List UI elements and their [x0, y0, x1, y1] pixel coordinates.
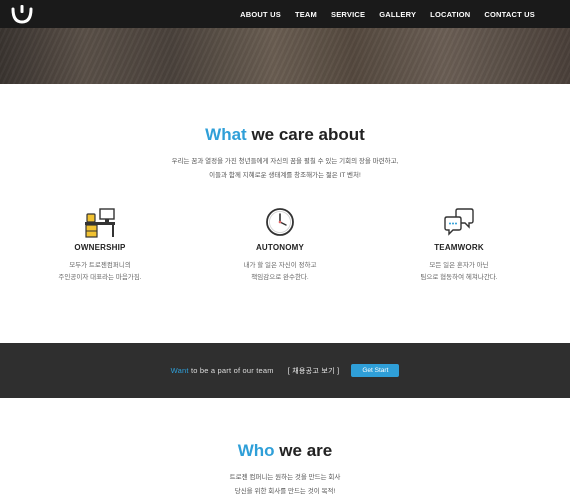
- feature-teamwork-title: TEAMWORK: [434, 243, 484, 252]
- cta-text: Want to be a part of our team: [171, 366, 274, 375]
- who-intro: 트로젠 컴퍼니는 원하는 것을 만드는 회사 당신을 위한 회사를 만드는 것이…: [0, 471, 570, 494]
- feature-ownership-desc: 모두가 트로젠컴퍼니의 주인공이자 대표라는 마음가짐.: [20, 260, 180, 284]
- who-section-title: Who we are: [0, 441, 570, 461]
- nav-service[interactable]: SERVICE: [331, 10, 365, 19]
- who-title-accent: Who: [237, 441, 275, 460]
- nav-gallery[interactable]: GALLERY: [379, 10, 416, 19]
- feature-teamwork-desc-line-2: 팀으로 협동하여 헤쳐나간다.: [420, 274, 498, 281]
- hero-banner-image: [0, 28, 570, 84]
- job-posting-link[interactable]: [ 채용공고 보기 ]: [288, 366, 340, 376]
- clock-icon: [266, 208, 294, 236]
- nav-location[interactable]: LOCATION: [430, 10, 470, 19]
- feature-ownership: OWNERSHIP 모두가 트로젠컴퍼니의 주인공이자 대표라는 마음가짐.: [20, 206, 180, 284]
- feature-teamwork-desc: 모든 일은 혼자가 아닌 팀으로 협동하여 헤쳐나간다.: [379, 260, 539, 284]
- nav-team[interactable]: TEAM: [295, 10, 317, 19]
- cta-band: Want to be a part of our team [ 채용공고 보기 …: [0, 343, 570, 398]
- about-title-rest: we care about: [246, 125, 365, 144]
- about-title-accent: What: [205, 125, 247, 144]
- feature-ownership-desc-line-2: 주인공이자 대표라는 마음가짐.: [58, 274, 142, 281]
- top-navbar: ABOUT US TEAM SERVICE GALLERY LOCATION C…: [0, 0, 570, 28]
- about-intro-line-1: 우리는 꿈과 열정을 가진 청년들에게 자신의 꿈을 펼칠 수 있는 기회의 장…: [171, 158, 399, 165]
- feature-autonomy-title: AUTONOMY: [255, 243, 305, 252]
- nav-contact-us[interactable]: CONTACT US: [484, 10, 535, 19]
- about-intro: 우리는 꿈과 열정을 가진 청년들에게 자신의 꿈을 펼칠 수 있는 기회의 장…: [0, 155, 570, 183]
- hero-texture: [0, 28, 570, 84]
- feature-teamwork: TEAMWORK 모든 일은 혼자가 아닌 팀으로 협동하여 헤쳐나간다.: [379, 206, 539, 284]
- feature-autonomy-desc: 내가 할 일은 자신이 정하고 책임감으로 완수한다.: [200, 260, 360, 284]
- cta-text-rest: to be a part of our team: [188, 366, 274, 375]
- feature-autonomy-desc-line-1: 내가 할 일은 자신이 정하고: [243, 262, 317, 269]
- main-nav: ABOUT US TEAM SERVICE GALLERY LOCATION C…: [226, 0, 535, 28]
- who-title-rest: we are: [274, 441, 333, 460]
- chat-bubbles-icon: [444, 208, 474, 236]
- logo-icon[interactable]: [10, 3, 34, 25]
- get-start-button[interactable]: Get Start: [351, 364, 400, 377]
- cta-row: Want to be a part of our team [ 채용공고 보기 …: [0, 343, 570, 398]
- cta-text-accent: Want: [170, 366, 189, 375]
- about-intro-line-2: 이들과 함께 지혜로운 생태계를 창조해가는 젊은 IT 벤처!: [209, 172, 361, 179]
- feature-ownership-desc-line-1: 모두가 트로젠컴퍼니의: [69, 262, 131, 269]
- who-intro-line-1: 트로젠 컴퍼니는 원하는 것을 만드는 회사: [229, 474, 341, 481]
- feature-teamwork-desc-line-1: 모든 일은 혼자가 아닌: [429, 262, 489, 269]
- feature-autonomy: AUTONOMY 내가 할 일은 자신이 정하고 책임감으로 완수한다.: [200, 206, 360, 284]
- nav-about-us[interactable]: ABOUT US: [240, 10, 281, 19]
- who-intro-line-2: 당신을 위한 회사를 만드는 것이 목적!: [234, 488, 336, 494]
- about-section-title: What we care about: [0, 125, 570, 145]
- feature-ownership-title: OWNERSHIP: [74, 243, 126, 252]
- feature-autonomy-desc-line-2: 책임감으로 완수한다.: [251, 274, 309, 281]
- desk-icon: [85, 208, 115, 238]
